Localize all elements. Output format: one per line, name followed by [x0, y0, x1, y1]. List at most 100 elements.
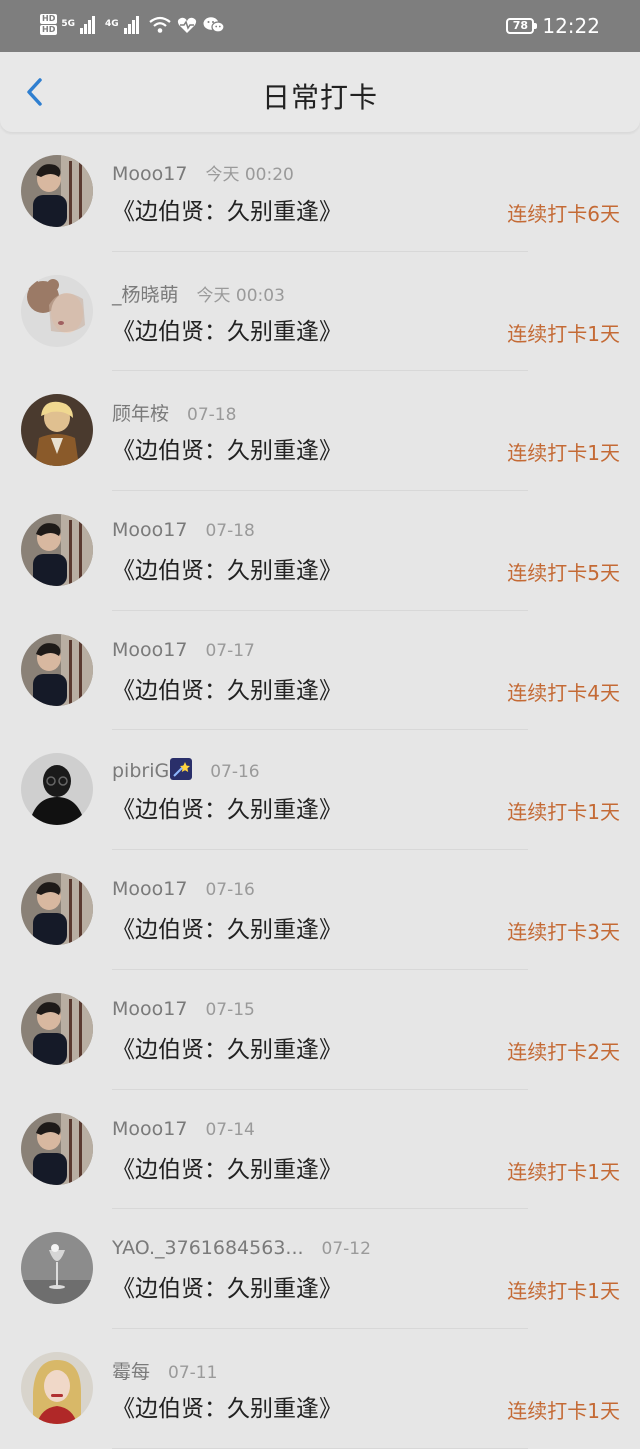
entry-time: 07-11: [168, 1362, 218, 1383]
entry-time: 07-12: [321, 1239, 371, 1260]
checkin-row[interactable]: _杨晓萌 今天 00:03 《边伯贤：久别重逢》 连续打卡1天: [0, 252, 640, 372]
username[interactable]: Mooo17: [112, 163, 187, 185]
checkin-row[interactable]: YAO._3761684563... 07-12 《边伯贤：久别重逢》 连续打卡…: [0, 1209, 640, 1329]
entry-meta: Mooo17 今天 00:20: [112, 160, 294, 185]
checkin-list: Mooo17 今天 00:20 《边伯贤：久别重逢》 连续打卡6天 _杨晓萌 今…: [0, 132, 640, 1449]
username[interactable]: 霉每: [112, 1357, 150, 1384]
status-icons-right: 78 12:22: [506, 14, 600, 38]
man-dark-hair-avatar: [21, 633, 93, 706]
nav-header: 日常打卡: [0, 52, 640, 132]
checkin-row[interactable]: Mooo17 07-15 《边伯贤：久别重逢》 连续打卡2天: [0, 970, 640, 1090]
signal-icon: [80, 15, 95, 34]
checkin-row[interactable]: Mooo17 07-17 《边伯贤：久别重逢》 连续打卡4天: [0, 611, 640, 731]
streak-label: 连续打卡4天: [507, 680, 620, 705]
network-type-4g: 4G: [105, 19, 119, 29]
entry-time: 07-18: [187, 405, 237, 426]
username[interactable]: Mooo17: [112, 639, 187, 661]
entry-meta: Mooo17 07-16: [112, 878, 255, 900]
wifi-icon: [148, 16, 171, 33]
entry-meta: Mooo17 07-18: [112, 519, 255, 541]
entry-meta: Mooo17 07-17: [112, 639, 255, 661]
entry-meta: YAO._3761684563... 07-12: [112, 1237, 371, 1259]
book-title: 《边伯贤：久别重逢》: [112, 797, 342, 824]
checkin-row[interactable]: Mooo17 07-18 《边伯贤：久别重逢》 连续打卡5天: [0, 491, 640, 611]
streak-label: 连续打卡3天: [507, 920, 620, 945]
network-type-5g: 5G: [61, 19, 75, 29]
book-title: 《边伯贤：久别重逢》: [112, 1395, 342, 1422]
entry-meta: 顾年桉 07-18: [112, 399, 236, 426]
battery-icon: 78: [506, 18, 538, 34]
status-bar: HD HD 5G 4G 78 12:22: [0, 0, 640, 52]
book-title: 《边伯贤：久别重逢》: [112, 1276, 342, 1303]
avatar[interactable]: [21, 1351, 93, 1424]
clock: 12:22: [542, 14, 600, 38]
username[interactable]: YAO._3761684563...: [112, 1237, 304, 1259]
username[interactable]: pibriG: [112, 758, 193, 782]
username[interactable]: Mooo17: [112, 1118, 187, 1140]
man-dark-hair-avatar: [21, 992, 93, 1065]
username[interactable]: Mooo17: [112, 878, 187, 900]
book-title: 《边伯贤：久别重逢》: [112, 917, 342, 944]
entry-time: 07-16: [210, 762, 260, 783]
entry-time: 07-17: [205, 640, 255, 661]
avatar[interactable]: [21, 155, 93, 227]
entry-meta: Mooo17 07-14: [112, 1118, 255, 1140]
entry-time: 07-15: [205, 999, 255, 1020]
book-title: 《边伯贤：久别重逢》: [112, 1036, 342, 1063]
blonde-woman-avatar: [21, 1351, 93, 1424]
streak-label: 连续打卡1天: [507, 800, 620, 825]
avatar[interactable]: [21, 1112, 93, 1185]
book-title: 《边伯贤：久别重逢》: [112, 1156, 342, 1183]
checkin-row[interactable]: 霉每 07-11 《边伯贤：久别重逢》 连续打卡1天: [0, 1329, 640, 1449]
streak-label: 连续打卡1天: [507, 1398, 620, 1423]
signal-icon: [123, 15, 139, 34]
blonde-person-avatar: [21, 394, 93, 467]
avatar[interactable]: [21, 992, 93, 1065]
entry-time: 今天 00:20: [205, 165, 294, 185]
avatar[interactable]: [21, 873, 93, 946]
book-title: 《边伯贤：久别重逢》: [112, 318, 342, 345]
page-title: 日常打卡: [261, 81, 378, 114]
man-dark-hair-avatar: [21, 514, 93, 587]
entry-meta: _杨晓萌 今天 00:03: [112, 280, 285, 307]
checkin-row[interactable]: Mooo17 07-16 《边伯贤：久别重逢》 连续打卡3天: [0, 850, 640, 970]
avatar[interactable]: [21, 394, 93, 467]
man-dark-hair-avatar: [21, 1112, 93, 1185]
entry-time: 07-18: [205, 521, 255, 542]
username[interactable]: _杨晓萌: [112, 280, 179, 307]
girl-with-bear-avatar: [21, 274, 93, 347]
checkin-row[interactable]: Mooo17 今天 00:20 《边伯贤：久别重逢》 连续打卡6天: [0, 132, 640, 252]
entry-time: 今天 00:03: [196, 285, 285, 306]
username[interactable]: Mooo17: [112, 998, 187, 1020]
streak-label: 连续打卡1天: [507, 1279, 620, 1304]
book-title: 《边伯贤：久别重逢》: [112, 199, 342, 225]
streak-label: 连续打卡1天: [507, 441, 620, 466]
heart-pulse-icon: [177, 17, 196, 33]
entry-meta: Mooo17 07-15: [112, 998, 255, 1020]
checkin-row[interactable]: 顾年桉 07-18 《边伯贤：久别重逢》 连续打卡1天: [0, 371, 640, 491]
wine-glass-avatar: [21, 1232, 93, 1305]
checkin-row[interactable]: Mooo17 07-14 《边伯贤：久别重逢》 连续打卡1天: [0, 1090, 640, 1210]
streak-label: 连续打卡1天: [507, 321, 620, 346]
avatar[interactable]: [21, 514, 93, 587]
avatar[interactable]: [21, 753, 93, 826]
entry-meta: pibriG 07-16: [112, 758, 260, 782]
hd-icon: HD: [40, 25, 58, 35]
username[interactable]: 顾年桉: [112, 399, 169, 426]
entry-time: 07-14: [205, 1119, 255, 1140]
book-title: 《边伯贤：久别重逢》: [112, 558, 342, 585]
streak-label: 连续打卡5天: [507, 561, 620, 586]
avatar[interactable]: [21, 274, 93, 347]
checkin-row[interactable]: pibriG 07-16 《边伯贤：久别重逢》 连续打卡1天: [0, 730, 640, 850]
avatar[interactable]: [21, 633, 93, 706]
hd-icon: HD: [40, 14, 58, 24]
hd-indicators: HD HD: [40, 14, 58, 35]
wechat-icon: [203, 16, 225, 33]
streak-label: 连续打卡2天: [507, 1039, 620, 1064]
avatar[interactable]: [21, 1232, 93, 1305]
man-dark-hair-avatar: [21, 155, 93, 227]
dark-silhouette-avatar: [21, 753, 93, 826]
streak-label: 连续打卡1天: [507, 1159, 620, 1184]
entry-time: 07-16: [205, 880, 255, 901]
username[interactable]: Mooo17: [112, 519, 187, 541]
